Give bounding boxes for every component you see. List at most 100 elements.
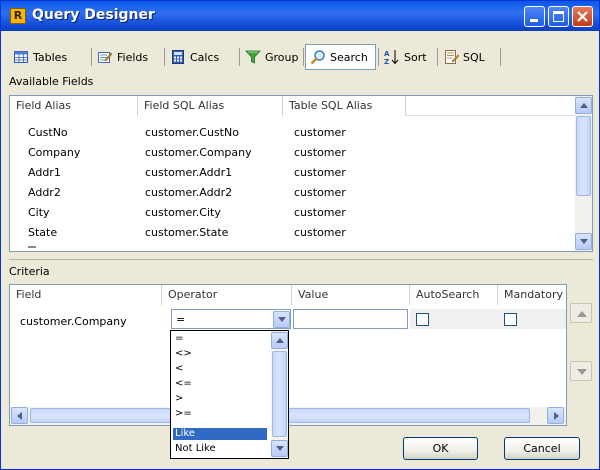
- operator-dropdown-list[interactable]: = <> < <= > >= Like Not Like: [170, 330, 289, 459]
- table-sql-alias-cell: customer: [294, 126, 346, 139]
- tab-fields-label: Fields: [117, 50, 149, 64]
- designer-toolbar: Tables Fields Calcs Group Search A Z Sor…: [9, 44, 593, 70]
- tab-sort[interactable]: AZ Sort: [380, 44, 431, 70]
- field-alias-cell: CustNo: [28, 126, 68, 139]
- table-sql-alias-cell: customer: [294, 166, 346, 179]
- move-up-button[interactable]: [570, 303, 592, 323]
- operator-option[interactable]: <=: [173, 378, 267, 390]
- scroll-down-button[interactable]: [575, 233, 592, 250]
- toolbar-divider: [239, 48, 240, 66]
- cancel-button[interactable]: Cancel: [504, 437, 580, 460]
- chevron-down-icon: [580, 239, 588, 244]
- chevron-left-icon: [17, 412, 22, 420]
- value-input[interactable]: [293, 309, 408, 329]
- field-alias-cell: Addr1: [28, 166, 61, 179]
- mandatory-checkbox[interactable]: [504, 313, 517, 326]
- chevron-down-icon: [276, 446, 284, 451]
- operator-dropdown-button[interactable]: [273, 311, 290, 328]
- dropdown-scroll-up-button[interactable]: [271, 332, 288, 349]
- arrow-down-icon: [577, 369, 587, 375]
- window-title: Query Designer: [32, 7, 155, 23]
- scroll-left-button[interactable]: [11, 407, 28, 424]
- minimize-button[interactable]: [524, 6, 545, 27]
- operator-select[interactable]: =: [171, 309, 291, 329]
- scroll-thumb[interactable]: [576, 116, 591, 196]
- tab-fields[interactable]: Fields: [93, 44, 152, 70]
- field-alias-cell: Addr2: [28, 186, 61, 199]
- svg-text:Z: Z: [384, 58, 389, 65]
- column-header-mandatory[interactable]: Mandatory: [498, 285, 566, 305]
- chevron-up-icon: [276, 338, 284, 343]
- field-alias-cell: Company: [28, 146, 81, 159]
- column-header-value[interactable]: Value: [292, 285, 410, 305]
- tab-group[interactable]: Group: [241, 44, 303, 70]
- available-fields-scrollbar[interactable]: [575, 96, 592, 251]
- field-sql-alias-cell: customer.CustNo: [145, 126, 239, 139]
- sort-az-icon: AZ: [384, 49, 400, 66]
- criteria-field-cell: customer.Company: [20, 315, 127, 328]
- ok-button[interactable]: OK: [403, 437, 478, 460]
- operator-option[interactable]: =: [173, 333, 267, 345]
- close-button[interactable]: [572, 6, 593, 27]
- operator-option[interactable]: Not Like: [173, 443, 267, 455]
- field-alias-cell: State: [28, 226, 58, 239]
- chevron-right-icon: [554, 412, 559, 420]
- app-icon: R: [10, 8, 26, 24]
- autosearch-checkbox[interactable]: [416, 313, 429, 326]
- dropdown-scrollbar[interactable]: [271, 331, 288, 458]
- calculator-icon: [170, 49, 186, 65]
- field-sql-alias-cell: customer.City: [145, 206, 221, 219]
- close-icon: [577, 11, 588, 22]
- title-bar[interactable]: R Query Designer: [1, 1, 599, 31]
- column-header-autosearch[interactable]: AutoSearch: [410, 285, 498, 305]
- tab-search-label: Search: [330, 50, 368, 64]
- operator-option[interactable]: >: [173, 393, 267, 405]
- criteria-label: Criteria: [9, 265, 50, 278]
- table-sql-alias-cell: customer: [294, 186, 346, 199]
- chevron-down-icon: [278, 317, 286, 322]
- tab-tables[interactable]: Tables: [9, 44, 71, 70]
- chevron-up-icon: [580, 103, 588, 108]
- tab-group-label: Group: [265, 50, 299, 64]
- maximize-button[interactable]: [548, 6, 569, 27]
- column-header-field-sql-alias[interactable]: Field SQL Alias: [138, 96, 283, 116]
- dropdown-scroll-down-button[interactable]: [271, 440, 288, 457]
- available-fields-label: Available Fields: [9, 75, 94, 88]
- field-sql-alias-cell: customer.Addr1: [145, 166, 233, 179]
- tab-sql-label: SQL: [463, 50, 485, 64]
- tab-calcs[interactable]: Calcs: [166, 44, 223, 70]
- toolbar-divider: [91, 48, 92, 66]
- svg-text:A: A: [384, 50, 390, 58]
- operator-option[interactable]: <>: [173, 348, 267, 360]
- tab-sql[interactable]: SQL: [439, 44, 489, 70]
- toolbar-divider: [500, 48, 501, 66]
- sql-icon: [443, 49, 460, 65]
- toolbar-divider: [378, 48, 379, 66]
- row-overflow-hint: [28, 246, 36, 250]
- move-down-button[interactable]: [570, 361, 592, 381]
- scroll-up-button[interactable]: [575, 97, 592, 114]
- operator-option-selected[interactable]: Like: [173, 428, 267, 440]
- table-icon: [13, 49, 29, 65]
- autosearch-cell: [410, 309, 498, 329]
- operator-option[interactable]: <: [173, 363, 267, 375]
- operator-option[interactable]: >=: [173, 408, 267, 420]
- field-sql-alias-cell: customer.Company: [145, 146, 252, 159]
- search-icon: [310, 49, 326, 65]
- table-sql-alias-cell: customer: [294, 146, 346, 159]
- funnel-icon: [245, 49, 261, 65]
- dropdown-scroll-thumb[interactable]: [272, 351, 287, 437]
- column-header-operator[interactable]: Operator: [162, 285, 292, 305]
- toolbar-divider: [164, 48, 165, 66]
- section-divider: [9, 259, 593, 260]
- column-header-field[interactable]: Field: [10, 285, 162, 305]
- arrow-up-icon: [577, 311, 587, 317]
- table-sql-alias-cell: customer: [294, 226, 346, 239]
- available-fields-grid[interactable]: Field Alias Field SQL Alias Table SQL Al…: [9, 95, 593, 252]
- column-header-field-alias[interactable]: Field Alias: [10, 96, 138, 116]
- column-header-table-sql-alias[interactable]: Table SQL Alias: [283, 96, 406, 116]
- toolbar-divider: [437, 48, 438, 66]
- scroll-right-button[interactable]: [547, 407, 564, 424]
- tab-search[interactable]: Search: [305, 44, 376, 70]
- toolbar-divider: [303, 48, 304, 66]
